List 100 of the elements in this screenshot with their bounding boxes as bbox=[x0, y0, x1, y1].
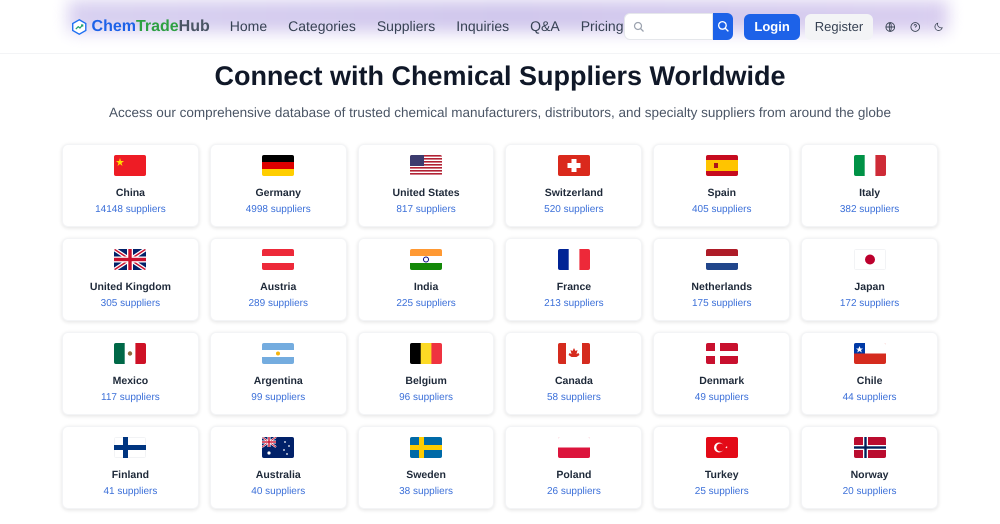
supplier-count: 289 suppliers bbox=[248, 297, 308, 312]
country-name: Japan bbox=[854, 280, 885, 294]
supplier-count: 520 suppliers bbox=[544, 203, 604, 218]
flag-icon bbox=[262, 343, 294, 364]
country-name: United Kingdom bbox=[90, 280, 171, 294]
country-card[interactable]: India 225 suppliers bbox=[358, 238, 494, 322]
flag-icon bbox=[410, 437, 442, 458]
flag-icon bbox=[854, 343, 886, 364]
country-name: China bbox=[116, 186, 145, 200]
country-name: Chile bbox=[856, 374, 882, 388]
country-card[interactable]: Netherlands 175 suppliers bbox=[653, 238, 790, 322]
flag-icon bbox=[706, 437, 738, 458]
country-name: Finland bbox=[112, 468, 150, 482]
country-name: Argentina bbox=[254, 374, 303, 388]
flag-icon bbox=[410, 155, 442, 176]
country-card[interactable]: China 14148 suppliers bbox=[62, 144, 199, 228]
flag-icon bbox=[410, 249, 442, 270]
country-card[interactable]: Spain 405 suppliers bbox=[653, 144, 790, 228]
search-field[interactable] bbox=[624, 13, 714, 40]
country-name: Turkey bbox=[704, 468, 739, 482]
supplier-count: 4998 suppliers bbox=[246, 203, 311, 218]
supplier-count: 172 suppliers bbox=[840, 297, 900, 312]
supplier-count: 38 suppliers bbox=[399, 485, 454, 500]
register-button[interactable]: Register bbox=[804, 14, 874, 40]
country-card[interactable]: United Kingdom 305 suppliers bbox=[62, 238, 199, 322]
flag-icon bbox=[114, 343, 146, 364]
supplier-count: 96 suppliers bbox=[399, 391, 454, 406]
country-card[interactable]: Poland 26 suppliers bbox=[505, 426, 642, 510]
country-card[interactable]: Canada 58 suppliers bbox=[505, 332, 642, 416]
country-card[interactable]: Sweden 38 suppliers bbox=[358, 426, 494, 510]
flag-icon bbox=[558, 155, 590, 176]
country-name: India bbox=[414, 280, 438, 294]
supplier-count: 99 suppliers bbox=[251, 391, 306, 406]
country-name: France bbox=[556, 280, 592, 294]
nav-link[interactable]: Categories bbox=[288, 16, 356, 37]
flag-icon bbox=[706, 343, 738, 364]
country-card[interactable]: Finland 41 suppliers bbox=[62, 426, 199, 510]
flag-icon bbox=[114, 249, 146, 270]
country-name: Austria bbox=[260, 280, 296, 294]
country-name: Denmark bbox=[699, 374, 744, 388]
flag-icon bbox=[558, 343, 590, 364]
supplier-count: 117 suppliers bbox=[101, 391, 160, 406]
country-card[interactable]: Norway 20 suppliers bbox=[801, 426, 938, 510]
country-name: Poland bbox=[556, 468, 592, 482]
country-card[interactable]: Argentina 99 suppliers bbox=[210, 332, 347, 416]
supplier-count: 26 suppliers bbox=[546, 485, 601, 500]
moon-icon[interactable] bbox=[934, 20, 944, 33]
search-icon bbox=[716, 20, 730, 33]
supplier-count: 40 suppliers bbox=[251, 485, 306, 500]
flag-icon bbox=[706, 155, 738, 176]
nav-link[interactable]: Q&A bbox=[530, 16, 560, 37]
supplier-count: 20 suppliers bbox=[842, 485, 897, 500]
flag-icon bbox=[114, 437, 146, 458]
country-card[interactable]: Switzerland 520 suppliers bbox=[505, 144, 642, 228]
country-name: Switzerland bbox=[544, 186, 604, 200]
country-card[interactable]: Italy 382 suppliers bbox=[801, 144, 938, 228]
flag-icon bbox=[410, 343, 442, 364]
supplier-count: 405 suppliers bbox=[692, 203, 752, 218]
supplier-count: 817 suppliers bbox=[396, 203, 456, 218]
country-card[interactable]: Germany 4998 suppliers bbox=[210, 144, 347, 228]
nav-link[interactable]: Suppliers bbox=[376, 16, 436, 37]
supplier-count: 25 suppliers bbox=[694, 485, 749, 500]
help-icon[interactable] bbox=[910, 20, 920, 34]
country-card[interactable]: Austria 289 suppliers bbox=[210, 238, 347, 322]
supplier-count: 41 suppliers bbox=[103, 485, 158, 500]
country-card[interactable]: Mexico 117 suppliers bbox=[62, 332, 199, 416]
flag-icon bbox=[262, 155, 294, 176]
nav-link[interactable]: Inquiries bbox=[456, 16, 510, 37]
supplier-count: 58 suppliers bbox=[546, 391, 601, 406]
country-name: Belgium bbox=[405, 374, 447, 388]
globe-icon[interactable] bbox=[885, 20, 896, 34]
logo-text[interactable]: ChemTradeHub bbox=[92, 14, 210, 38]
country-card[interactable]: Belgium 96 suppliers bbox=[358, 332, 494, 416]
country-card[interactable]: Turkey 25 suppliers bbox=[653, 426, 790, 510]
country-card[interactable]: Denmark 49 suppliers bbox=[653, 332, 790, 416]
country-name: Italy bbox=[859, 186, 880, 200]
flag-icon bbox=[262, 249, 294, 270]
country-card[interactable]: France 213 suppliers bbox=[505, 238, 642, 322]
search-button[interactable] bbox=[713, 13, 734, 40]
flag-icon bbox=[854, 249, 886, 270]
nav-link[interactable]: Home bbox=[230, 16, 268, 37]
supplier-count: 14148 suppliers bbox=[95, 203, 166, 218]
country-card[interactable]: Chile 44 suppliers bbox=[801, 332, 938, 416]
country-card[interactable]: United States 817 suppliers bbox=[358, 144, 494, 228]
page-title: Connect with Chemical Suppliers Worldwide bbox=[214, 60, 786, 93]
nav-link[interactable]: Pricing bbox=[580, 16, 624, 37]
country-card[interactable]: Australia 40 suppliers bbox=[210, 426, 347, 510]
country-card[interactable]: Japan 172 suppliers bbox=[801, 238, 938, 322]
country-name: Netherlands bbox=[691, 280, 752, 294]
page-subtitle: Access our comprehensive database of trusted chemical manufacturers, distributors, and specialty suppliers from around the globe bbox=[109, 104, 891, 122]
flag-icon bbox=[706, 249, 738, 270]
country-name: Sweden bbox=[406, 468, 446, 482]
search-icon bbox=[632, 20, 644, 32]
supplier-count: 382 suppliers bbox=[840, 203, 900, 218]
supplier-count: 44 suppliers bbox=[842, 391, 897, 406]
country-name: Canada bbox=[554, 374, 593, 388]
flag-icon bbox=[114, 155, 146, 176]
login-button[interactable]: Login bbox=[744, 14, 800, 40]
supplier-count: 305 suppliers bbox=[100, 297, 160, 312]
country-name: Australia bbox=[256, 468, 301, 482]
